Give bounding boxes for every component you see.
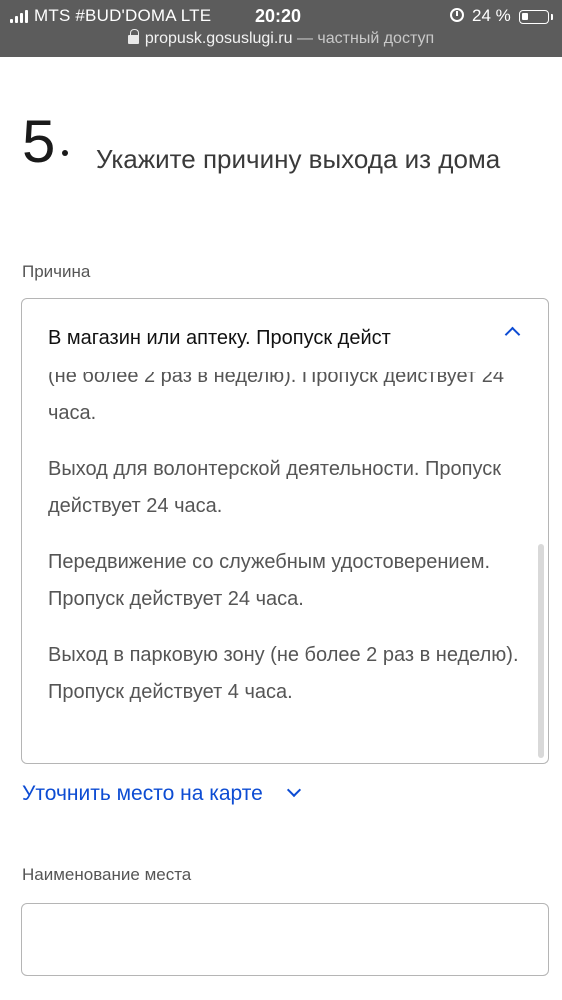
url-text: propusk.gosuslugi.ru [144,30,293,47]
address-bar[interactable]: propusk.gosuslugi.ru — частный доступ [0,29,562,48]
clock: 20:20 [255,6,302,26]
alarm-icon [450,8,464,22]
step-number: 5 [22,108,56,175]
step-title: Укажите причину выхода из дома [96,144,501,174]
chevron-up-icon[interactable] [504,326,521,343]
reason-select[interactable]: В магазин или аптеку. Пропуск дейст [21,298,549,373]
chevron-down-icon [286,782,301,798]
reason-option[interactable]: Выход в парковую зону (не более 2 раз в … [48,637,528,711]
map-link-label: Уточнить место на карте [22,782,263,805]
battery-cap [551,14,553,20]
url-note: — частный доступ [292,30,435,47]
battery-icon [519,10,549,24]
carrier-label: MTS #BUD'DOMA LTE [34,6,212,25]
reason-options-list[interactable]: (не более 2 раз в неделю). Пропуск дейст… [21,372,549,764]
status-bar: MTS #BUD'DOMA LTE 20:20 24 % [0,4,562,28]
step-dot [62,150,68,156]
reason-option[interactable]: (не более 2 раз в неделю). Пропуск дейст… [48,372,528,432]
battery-percent: 24 % [472,6,511,25]
battery-fill [522,13,528,20]
place-name-label: Наименование места [22,865,192,884]
lock-icon [127,29,139,44]
reason-option[interactable]: Выход для волонтерской деятельности. Про… [48,451,528,525]
signal-strength-icon [10,10,28,23]
dropdown-scrollbar[interactable] [538,544,544,758]
place-name-input[interactable] [21,903,549,976]
reason-option[interactable]: Передвижение со служебным удостоверением… [48,544,528,618]
map-toggle-link[interactable]: Уточнить место на карте [22,782,301,806]
reason-label: Причина [22,262,91,281]
reason-selected-value: В магазин или аптеку. Пропуск дейст [48,327,391,349]
browser-top-bar: MTS #BUD'DOMA LTE 20:20 24 % propusk.gos… [0,0,562,57]
